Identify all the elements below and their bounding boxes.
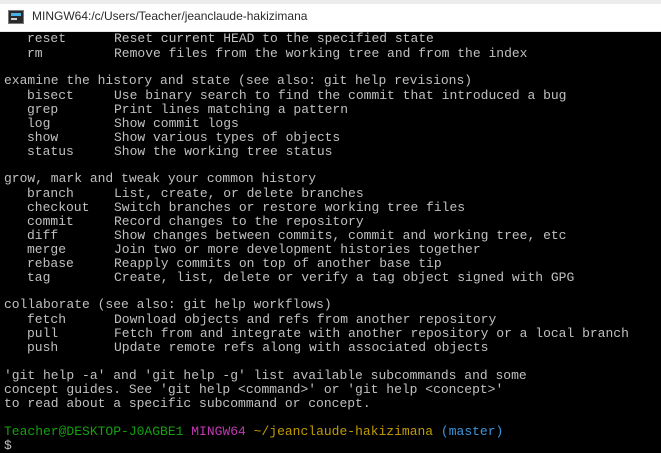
prompt-branch: (master) (440, 424, 504, 439)
command-description: Show various types of objects (114, 130, 341, 145)
command-name: diff (27, 228, 59, 243)
command-name: branch (27, 186, 74, 201)
command-row: rm Remove files from the working tree and… (4, 47, 527, 61)
command-description: Reapply commits on top of another base t… (114, 256, 442, 271)
command-description: Create, list, delete or verify a tag obj… (114, 270, 575, 285)
help-footer-line: 'git help -a' and 'git help -g' list ava… (4, 368, 527, 383)
command-row: status Show the working tree status (4, 145, 332, 159)
section-heading: collaborate (see also: git help workflow… (4, 297, 332, 312)
command-name: grep (27, 102, 59, 117)
command-description: Print lines matching a pattern (114, 102, 349, 117)
command-row: merge Join two or more development histor… (4, 243, 481, 257)
command-row: grep Print lines matching a pattern (4, 103, 348, 117)
help-footer-line: concept guides. See 'git help <command>'… (4, 382, 504, 397)
command-description: Show changes between commits, commit and… (114, 228, 567, 243)
command-row: pull Fetch from and integrate with anothe… (4, 327, 629, 341)
command-description: Reset current HEAD to the specified stat… (114, 32, 434, 46)
command-row: tag Create, list, delete or verify a tag … (4, 271, 574, 285)
section-heading: examine the history and state (see also:… (4, 73, 473, 88)
command-row: fetch Download objects and refs from anot… (4, 313, 496, 327)
command-name: tag (27, 270, 51, 285)
command-description: Show commit logs (114, 116, 239, 131)
command-description: Show the working tree status (114, 144, 333, 159)
title-bar[interactable]: MINGW64:/c/Users/Teacher/jeanclaude-haki… (0, 4, 661, 32)
command-name: push (27, 340, 59, 355)
command-name: commit (27, 214, 74, 229)
command-description: Record changes to the repository (114, 214, 364, 229)
command-name: rebase (27, 256, 74, 271)
command-name: pull (27, 326, 59, 341)
command-row: log Show commit logs (4, 117, 239, 131)
command-row: diff Show changes between commits, commit… (4, 229, 566, 243)
command-name: log (27, 116, 51, 131)
command-row: show Show various types of objects (4, 131, 340, 145)
git-bash-icon[interactable] (8, 10, 24, 24)
command-name: reset (27, 32, 67, 46)
command-row: branch List, create, or delete branches (4, 187, 364, 201)
command-name: fetch (27, 312, 67, 327)
command-description: Download objects and refs from another r… (114, 312, 497, 327)
command-description: Join two or more development histories t… (114, 242, 481, 257)
command-description: Fetch from and integrate with another re… (114, 326, 629, 341)
help-footer-line: to read about a specific subcommand or c… (4, 396, 371, 411)
command-row: rebase Reapply commits on top of another … (4, 257, 442, 271)
section-heading: grow, mark and tweak your common history (4, 171, 317, 186)
terminal-window: MINGW64:/c/Users/Teacher/jeanclaude-haki… (0, 0, 661, 453)
command-name: bisect (27, 88, 74, 103)
command-name: checkout (27, 200, 90, 215)
prompt-system: MINGW64 (191, 424, 246, 439)
command-name: rm (27, 46, 43, 61)
prompt-user-host: Teacher@DESKTOP-J0AGBE1 (4, 424, 184, 439)
command-row: reset Reset current HEAD to the specified… (4, 32, 434, 46)
command-description: Switch branches or restore working tree … (114, 200, 466, 215)
command-row: push Update remote refs along with associ… (4, 341, 488, 355)
command-name: show (27, 130, 59, 145)
command-row: commit Record changes to the repository (4, 215, 364, 229)
command-row: checkout Switch branches or restore worki… (4, 201, 465, 215)
command-description: List, create, or delete branches (114, 186, 364, 201)
command-description: Update remote refs along with associated… (114, 340, 489, 355)
command-name: status (27, 144, 74, 159)
prompt-symbol: $ (4, 438, 12, 453)
shell-prompt: Teacher@DESKTOP-J0AGBE1 MINGW64 ~/jeancl… (4, 425, 503, 439)
window-title: MINGW64:/c/Users/Teacher/jeanclaude-haki… (32, 9, 308, 23)
command-name: merge (27, 242, 67, 257)
terminal-output[interactable]: reset Reset current HEAD to the specified… (0, 32, 661, 453)
command-input-line[interactable]: $ (4, 439, 12, 453)
command-description: Remove files from the working tree and f… (114, 46, 528, 61)
command-description: Use binary search to find the commit tha… (114, 88, 567, 103)
prompt-path: ~/jeanclaude-hakizimana (253, 424, 434, 439)
command-row: bisect Use binary search to find the comm… (4, 89, 566, 103)
